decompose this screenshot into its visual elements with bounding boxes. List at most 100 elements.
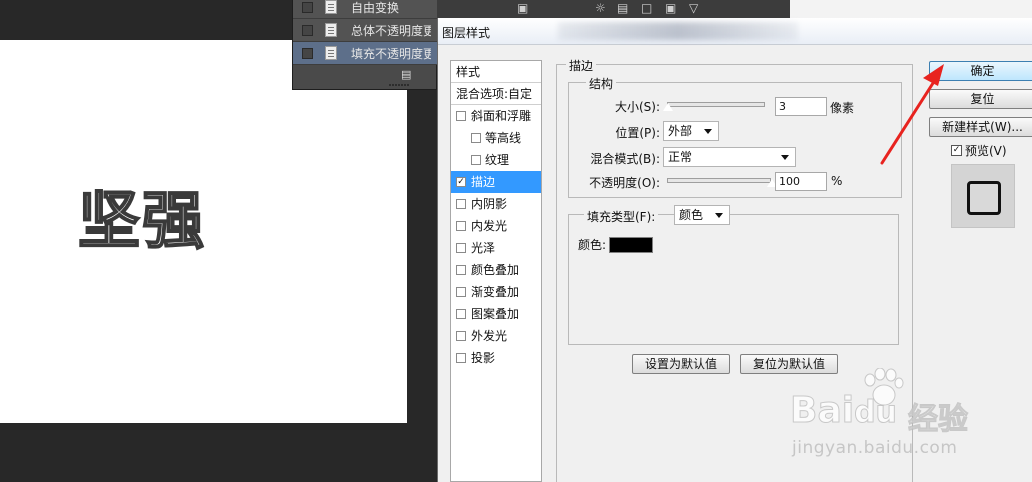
style-item[interactable]: 内发光 [451,215,541,237]
style-item[interactable]: 光泽 [451,237,541,259]
style-item[interactable]: 渐变叠加 [451,281,541,303]
style-item[interactable]: 纹理 [451,149,541,171]
opacity-slider[interactable] [667,178,778,188]
style-preview [951,164,1015,228]
chevron-down-icon [715,213,723,218]
style-item-label: 内发光 [471,219,508,233]
opacity-input[interactable]: 100 [775,172,827,191]
sun-icon[interactable]: ☼ [595,1,606,15]
size-slider-thumb[interactable] [662,102,674,112]
style-item-label: 投影 [471,351,496,365]
dialog-title: 图层样式 [442,26,491,40]
style-item-label: 颜色叠加 [471,263,520,277]
position-value: 外部 [668,124,693,138]
history-item-checkbox[interactable] [302,1,313,13]
panel-footer: ▤ [293,65,436,89]
style-item-label: 内阴影 [471,197,508,211]
styles-header[interactable]: 样式 [451,61,541,83]
right-panel-fragment [790,0,1032,18]
history-item-label: 总体不透明度更改 [351,23,431,38]
style-item[interactable]: 图案叠加 [451,303,541,325]
resize-grip[interactable] [389,84,409,86]
style-checkbox[interactable] [456,199,466,209]
exposure-icon[interactable]: ▣ [665,1,676,15]
style-item[interactable]: 内阴影 [451,193,541,215]
style-item-label: 描边 [471,175,496,189]
style-checkbox[interactable] [456,243,466,253]
stroke-color-swatch[interactable] [609,237,653,253]
reset-button[interactable]: 复位 [929,89,1032,109]
fill-type-select[interactable]: 颜色 [674,205,730,225]
preview-thumbnail [967,181,1001,215]
history-item[interactable]: 自由变换 [293,0,438,19]
history-panel: 自由变换 总体不透明度更改 填充不透明度更改 ▤ [292,0,438,90]
style-checkbox[interactable] [456,111,466,121]
style-item[interactable]: 投影 [451,347,541,369]
preview-checkbox[interactable]: ✓ [951,145,962,156]
color-label: 颜色: [578,238,607,252]
history-item-label: 填充不透明度更改 [351,46,431,61]
style-item[interactable]: 外发光 [451,325,541,347]
style-item[interactable]: 颜色叠加 [451,259,541,281]
position-select[interactable]: 外部 [663,121,719,141]
style-checkbox[interactable] [456,221,466,231]
size-input[interactable]: 3 [775,97,827,116]
style-item-label: 渐变叠加 [471,285,520,299]
style-item-label: 斜面和浮雕 [471,109,532,123]
canvas-outlined-text: 坚强 [77,183,207,258]
opacity-unit: % [831,174,843,188]
style-item-label: 纹理 [485,153,510,167]
blend-mode-select[interactable]: 正常 [663,147,796,167]
style-checkbox[interactable] [456,309,466,319]
make-default-button[interactable]: 设置为默认值 [632,354,730,374]
structure-title: 结构 [586,75,617,92]
new-snapshot-icon[interactable]: ▤ [401,69,413,81]
watermark-url: jingyan.baidu.com [792,438,958,458]
style-checkbox[interactable] [471,133,481,143]
style-item-label: 外发光 [471,329,508,343]
curves-icon[interactable]: □ [641,1,652,15]
watermark-jingyan: 经验 [908,402,969,438]
document-icon [325,0,337,14]
ok-button[interactable]: 确定 [929,61,1032,81]
blending-options-item[interactable]: 混合选项:自定 [451,83,541,105]
chevron-down-icon [781,155,789,160]
history-item-label: 自由变换 [351,0,400,15]
document-icon [325,23,337,37]
style-checkbox[interactable] [471,155,481,165]
history-item[interactable]: 总体不透明度更改 [293,19,438,42]
size-label: 大小(S): [614,100,660,114]
watermark-brand: Baidu [789,390,897,432]
blurred-title-area [558,22,798,40]
cube-icon[interactable]: ▣ [517,1,528,15]
fill-type-value: 颜色 [679,208,704,222]
style-item-label: 图案叠加 [471,307,520,321]
stroke-section-title: 描边 [566,57,597,74]
blend-mode-label: 混合模式(B): [590,152,660,166]
fill-type-label: 填充类型(F): [584,208,659,225]
fill-type-group [568,214,899,345]
style-item[interactable]: ✓ 描边 [451,171,541,193]
style-checkbox[interactable]: ✓ [456,177,466,187]
style-item[interactable]: 斜面和浮雕 [451,105,541,127]
new-style-button[interactable]: 新建样式(W)... [929,117,1032,137]
style-item[interactable]: 等高线 [451,127,541,149]
styles-list: 样式 混合选项:自定 斜面和浮雕等高线纹理 ✓ 描边内阴影内发光光泽颜色叠加渐变叠加… [450,60,542,482]
baidu-jingyan-watermark: Baidu 经验 jingyan.baidu.com [789,368,990,468]
style-checkbox[interactable] [456,265,466,275]
style-checkbox[interactable] [456,287,466,297]
size-slider[interactable] [662,102,765,112]
chevron-down-icon [704,129,712,134]
blend-mode-value: 正常 [668,150,693,164]
style-item-label: 等高线 [485,131,522,145]
style-checkbox[interactable] [456,353,466,363]
history-item-selected[interactable]: 填充不透明度更改 [293,42,438,65]
size-unit: 像素 [830,101,855,115]
preview-label: 预览(V) [965,144,1007,158]
history-item-checkbox[interactable] [302,24,313,36]
history-item-checkbox[interactable] [302,47,313,59]
levels-icon[interactable]: ▤ [617,1,628,15]
vibrance-icon[interactable]: ▽ [689,1,698,15]
style-checkbox[interactable] [456,331,466,341]
dialog-titlebar[interactable]: 图层样式 [438,18,1032,45]
